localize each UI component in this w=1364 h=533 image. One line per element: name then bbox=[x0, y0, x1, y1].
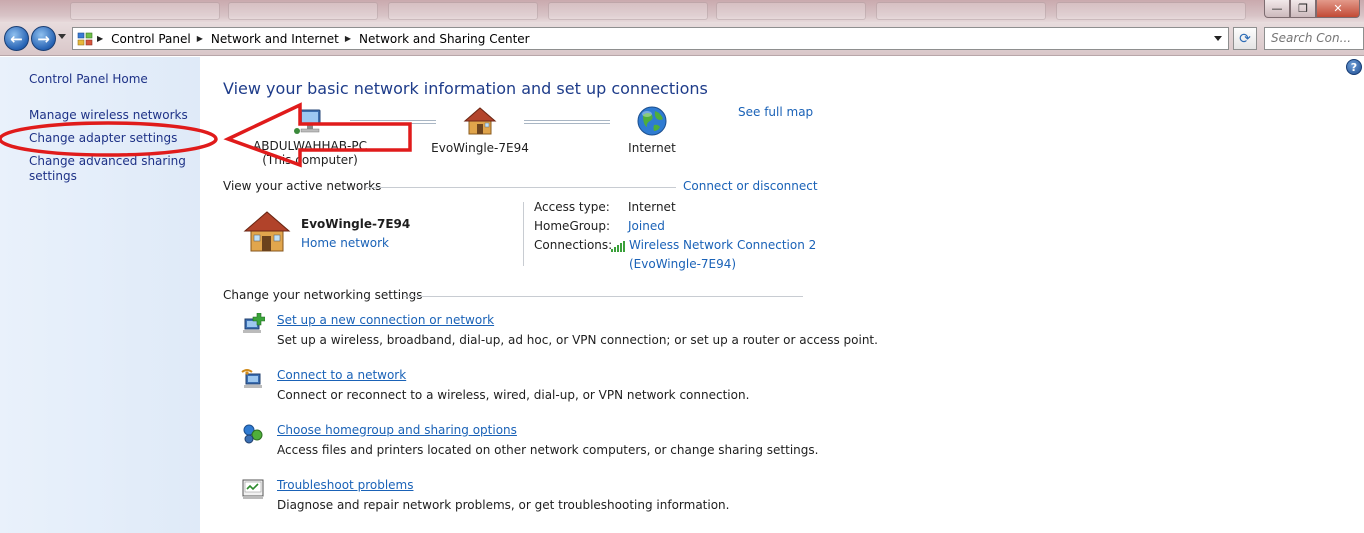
connect-or-disconnect-link[interactable]: Connect or disconnect bbox=[683, 179, 818, 193]
navigation-bar: ← → ▶ Control Panel ▶ Network and Intern… bbox=[0, 22, 1364, 56]
taskbar-tab[interactable] bbox=[388, 2, 538, 20]
page-title: View your basic network information and … bbox=[223, 79, 708, 98]
network-type-link[interactable]: Home network bbox=[301, 236, 389, 250]
advanced-sharing-line-1: Change advanced sharing bbox=[29, 154, 186, 168]
map-internet-label: Internet bbox=[628, 141, 676, 155]
section-divider bbox=[403, 296, 803, 297]
breadcrumb-network-and-sharing-center[interactable]: Network and Sharing Center bbox=[359, 32, 530, 46]
new-connection-icon bbox=[243, 313, 265, 333]
breadcrumb-separator-icon[interactable]: ▶ bbox=[197, 34, 203, 43]
house-icon bbox=[463, 107, 497, 135]
connect-network-link[interactable]: Connect to a network bbox=[277, 368, 406, 382]
control-panel-home-link[interactable]: Control Panel Home bbox=[29, 72, 148, 87]
maximize-button[interactable]: ❐ bbox=[1290, 0, 1316, 18]
manage-wireless-networks-link[interactable]: Manage wireless networks bbox=[29, 108, 188, 123]
taskbar-tab[interactable] bbox=[716, 2, 866, 20]
change-advanced-sharing-settings-link[interactable]: Change advanced sharing settings bbox=[29, 154, 186, 184]
connect-network-description: Connect or reconnect to a wireless, wire… bbox=[277, 388, 750, 402]
setup-connection-description: Set up a wireless, broadband, dial-up, a… bbox=[277, 333, 878, 347]
left-task-pane: Control Panel Home Manage wireless netwo… bbox=[0, 57, 200, 533]
breadcrumb-separator-icon[interactable]: ▶ bbox=[345, 34, 351, 43]
homegroup-sharing-description: Access files and printers located on oth… bbox=[277, 443, 819, 457]
minimize-button[interactable]: — bbox=[1264, 0, 1290, 18]
access-type-label: Access type: bbox=[534, 200, 610, 214]
homegroup-sharing-link[interactable]: Choose homegroup and sharing options bbox=[277, 423, 517, 437]
active-networks-label: View your active networks bbox=[223, 179, 382, 193]
help-icon[interactable]: ? bbox=[1346, 59, 1362, 75]
home-network-icon bbox=[243, 211, 291, 252]
map-connection-line bbox=[350, 120, 436, 124]
active-network-name: EvoWingle-7E94 bbox=[301, 217, 411, 231]
control-panel-icon bbox=[77, 31, 93, 47]
map-network-node[interactable]: EvoWingle-7E94 bbox=[430, 105, 530, 155]
recent-pages-dropdown-icon[interactable] bbox=[58, 34, 66, 39]
breadcrumb-network-and-internet[interactable]: Network and Internet bbox=[211, 32, 339, 46]
troubleshoot-description: Diagnose and repair network problems, or… bbox=[277, 498, 730, 512]
address-history-dropdown-icon[interactable] bbox=[1214, 36, 1222, 41]
back-button[interactable]: ← bbox=[4, 26, 29, 51]
homegroup-label: HomeGroup: bbox=[534, 219, 611, 233]
computer-icon bbox=[294, 109, 321, 134]
connection-line-2: (EvoWingle-7E94) bbox=[629, 257, 737, 271]
signal-strength-icon bbox=[611, 241, 625, 252]
main-content: ? View your basic network information an… bbox=[200, 57, 1364, 533]
homegroup-icon bbox=[243, 424, 263, 444]
change-adapter-settings-link[interactable]: Change adapter settings bbox=[29, 131, 177, 146]
wireless-connection-link[interactable]: Wireless Network Connection 2 (EvoWingle… bbox=[629, 236, 816, 274]
section-divider bbox=[366, 187, 676, 188]
see-full-map-link[interactable]: See full map bbox=[738, 105, 813, 119]
refresh-button[interactable]: ⟳ bbox=[1233, 27, 1257, 50]
breadcrumb-control-panel[interactable]: Control Panel bbox=[111, 32, 191, 46]
map-connection-line bbox=[524, 120, 610, 124]
advanced-sharing-line-2: settings bbox=[29, 169, 77, 183]
computer-name: ABDULWAHHAB-PC bbox=[253, 139, 367, 153]
homegroup-joined-link[interactable]: Joined bbox=[628, 217, 665, 236]
connections-label: Connections: bbox=[534, 238, 613, 252]
setup-connection-link[interactable]: Set up a new connection or network bbox=[277, 313, 494, 327]
computer-subtitle: (This computer) bbox=[262, 153, 358, 167]
troubleshoot-link[interactable]: Troubleshoot problems bbox=[277, 478, 413, 492]
map-network-name: EvoWingle-7E94 bbox=[431, 141, 529, 155]
taskbar-tab[interactable] bbox=[70, 2, 220, 20]
close-button[interactable]: ✕ bbox=[1316, 0, 1360, 18]
taskbar-tab[interactable] bbox=[1056, 2, 1246, 20]
map-computer-node: ABDULWAHHAB-PC (This computer) bbox=[240, 107, 380, 167]
troubleshoot-icon bbox=[242, 479, 264, 499]
connect-network-icon bbox=[241, 369, 262, 388]
connection-line-1: Wireless Network Connection 2 bbox=[629, 238, 817, 252]
forward-button[interactable]: → bbox=[31, 26, 56, 51]
taskbar-tab[interactable] bbox=[548, 2, 708, 20]
taskbar-tab[interactable] bbox=[228, 2, 378, 20]
search-input[interactable] bbox=[1271, 31, 1364, 45]
taskbar-tab[interactable] bbox=[876, 2, 1046, 20]
search-box[interactable] bbox=[1264, 27, 1364, 50]
networking-settings-label: Change your networking settings bbox=[223, 288, 423, 302]
title-bar: — ❐ ✕ bbox=[0, 0, 1364, 22]
map-internet-node[interactable]: Internet bbox=[612, 105, 692, 155]
globe-icon bbox=[637, 106, 667, 136]
breadcrumb-separator-icon[interactable]: ▶ bbox=[97, 34, 103, 43]
vertical-divider bbox=[523, 202, 524, 266]
access-type-value: Internet bbox=[628, 200, 676, 214]
address-bar[interactable]: ▶ Control Panel ▶ Network and Internet ▶… bbox=[72, 27, 1229, 50]
